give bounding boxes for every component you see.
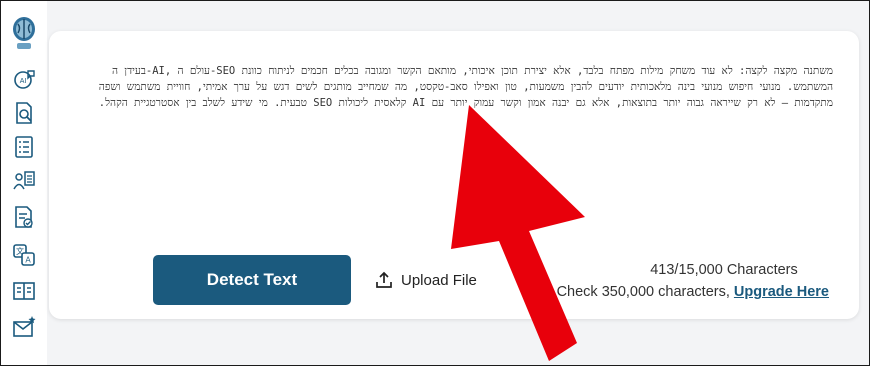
user-document-icon[interactable] — [12, 169, 36, 193]
text-input-area[interactable]: משתנה מקצה לקצה: לא עוד משחק מילות מפתח … — [73, 63, 833, 111]
brain-logo-icon — [13, 17, 35, 49]
detect-text-button[interactable]: Detect Text — [153, 255, 351, 305]
character-counter: 413/15,000 Characters Check 350,000 char… — [549, 259, 829, 303]
sidebar: AI 文 A — [1, 1, 47, 365]
app-window: AI 文 A משתנה מקצה לקצה: לא עוד משחק מילו… — [0, 0, 870, 366]
upload-file-label: Upload File — [401, 271, 477, 289]
mail-star-icon[interactable] — [12, 315, 36, 339]
svg-text:A: A — [25, 256, 31, 265]
translate-icon[interactable]: 文 A — [12, 243, 36, 267]
svg-text:AI: AI — [20, 78, 27, 85]
ai-chat-icon[interactable]: AI — [12, 67, 36, 91]
detector-card: משתנה מקצה לקצה: לא עוד משחק מילות מפתח … — [49, 31, 859, 319]
upload-icon — [376, 271, 392, 288]
check-limit-text: Check 350,000 characters, — [556, 284, 730, 300]
upload-file-button[interactable]: Upload File — [375, 267, 477, 293]
document-search-icon[interactable] — [12, 101, 36, 125]
checklist-icon[interactable] — [12, 135, 36, 159]
character-count: 413/15,000 Characters — [650, 262, 798, 278]
document-check-icon[interactable] — [12, 205, 36, 229]
upgrade-link[interactable]: Upgrade Here — [734, 284, 829, 300]
compare-icon[interactable] — [12, 279, 36, 303]
